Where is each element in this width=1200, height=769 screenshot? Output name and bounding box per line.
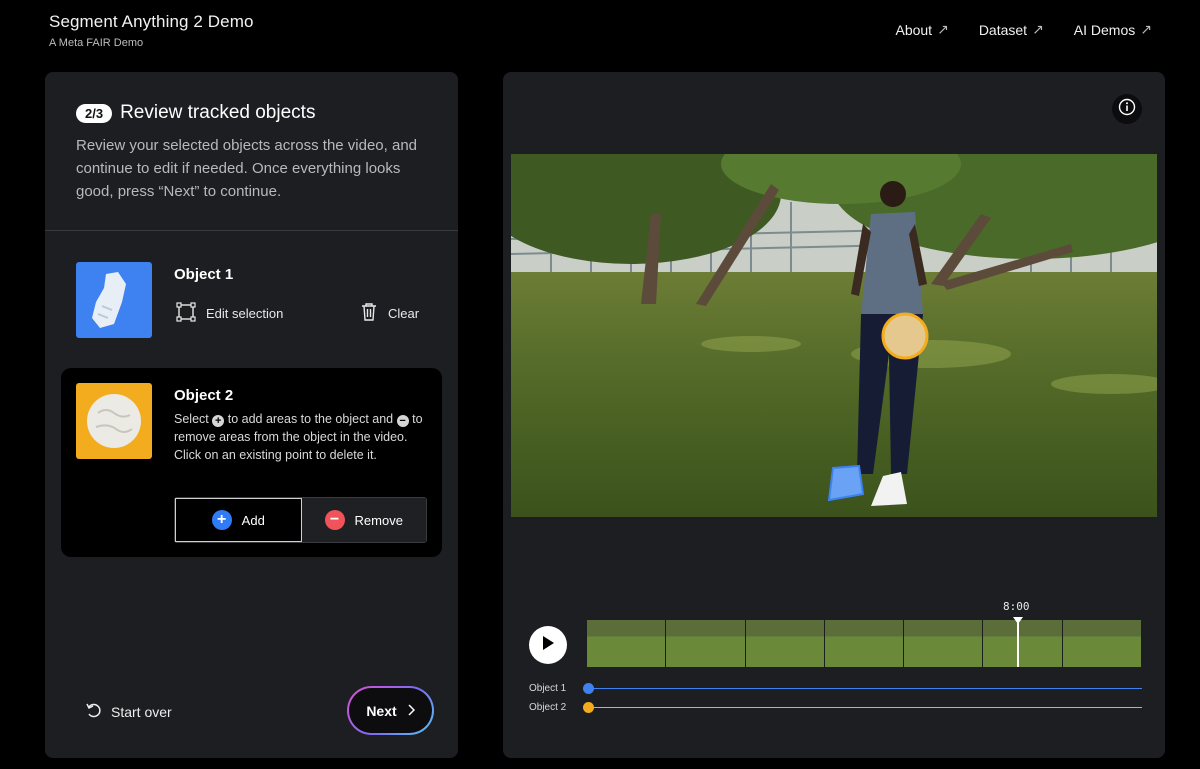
top-nav: About ↗ Dataset ↗ AI Demos ↗: [895, 21, 1152, 38]
nav-dataset-label: Dataset: [978, 21, 1028, 38]
video-canvas[interactable]: [511, 154, 1157, 517]
app-title: Segment Anything 2 Demo: [49, 12, 254, 31]
current-time: 8:00: [1003, 600, 1030, 613]
external-arrow-icon: ↗: [1140, 21, 1152, 37]
video-panel: 8:00 Object 1 Object 2: [503, 72, 1165, 758]
object-2-card[interactable]: Object 2 Select + to add areas to the ob…: [61, 368, 442, 557]
filmstrip-frame: [745, 620, 825, 667]
filmstrip-frame: [904, 620, 984, 667]
nav-dataset-link[interactable]: Dataset ↗: [979, 21, 1044, 38]
edit-selection-label: Edit selection: [206, 306, 284, 321]
step-header: 2/3 Review tracked objects: [76, 102, 315, 124]
object-2-instructions: Select + to add areas to the object and …: [174, 410, 432, 464]
object-1-name: Object 1: [174, 266, 234, 283]
brand: Segment Anything 2 Demo A Meta FAIR Demo: [49, 12, 254, 49]
playhead-handle[interactable]: [1013, 617, 1023, 624]
minus-icon: −: [396, 415, 409, 427]
step-title: Review tracked objects: [120, 102, 316, 123]
divider: [45, 230, 458, 231]
object-1-thumbnail: [76, 262, 152, 338]
instructions-part-1: Select: [174, 412, 209, 426]
filmstrip-frame: [666, 620, 746, 667]
play-button[interactable]: [529, 626, 567, 664]
start-over-label: Start over: [111, 703, 172, 720]
track-line-object-2: [589, 707, 1142, 708]
objects-panel: 2/3 Review tracked objects Review your s…: [45, 72, 458, 758]
chevron-right-icon: [407, 703, 415, 719]
nav-ai-demos-label: AI Demos: [1073, 21, 1136, 38]
edit-selection-icon: [176, 302, 196, 325]
clear-label: Clear: [388, 306, 420, 321]
add-circle-icon: +: [211, 510, 232, 530]
filmstrip-frame: [983, 620, 1063, 667]
track-label-object-2: Object 2: [529, 702, 567, 713]
object-2-thumbnail: [76, 383, 152, 459]
external-arrow-icon: ↗: [937, 21, 949, 37]
info-icon: [1118, 98, 1136, 121]
add-label: Add: [241, 512, 265, 528]
trash-icon: [360, 302, 378, 325]
filmstrip-frame: [1062, 620, 1142, 667]
next-button-inner: Next: [349, 688, 432, 733]
filmstrip-frame: [824, 620, 905, 667]
info-button[interactable]: [1112, 94, 1142, 124]
remove-button[interactable]: − Remove: [301, 498, 426, 542]
instructions-part-2: to add areas to the object and: [227, 412, 394, 426]
external-arrow-icon: ↗: [1032, 21, 1044, 37]
nav-ai-demos-link[interactable]: AI Demos ↗: [1074, 21, 1152, 38]
step-badge: 2/3: [76, 103, 113, 123]
next-button[interactable]: Next: [347, 686, 434, 735]
remove-circle-icon: −: [324, 510, 345, 530]
remove-label: Remove: [354, 512, 403, 528]
nav-about-link[interactable]: About ↗: [895, 21, 948, 38]
add-button[interactable]: + Add: [175, 498, 302, 542]
playhead[interactable]: [1017, 617, 1019, 667]
timeline-filmstrip[interactable]: [587, 620, 1142, 667]
play-icon: [541, 635, 555, 656]
edit-selection-button[interactable]: Edit selection: [176, 302, 283, 325]
nav-about-label: About: [895, 21, 933, 38]
restart-icon: [85, 701, 103, 722]
clear-button[interactable]: Clear: [360, 302, 419, 325]
point-mode-toggle: + Add − Remove: [174, 497, 427, 543]
track-label-object-1: Object 1: [529, 683, 567, 694]
object-2-name: Object 2: [174, 387, 234, 404]
start-over-button[interactable]: Start over: [85, 701, 172, 722]
object-1-card[interactable]: Object 1 Edit selection Clear: [76, 262, 426, 338]
track-line-object-1: [589, 688, 1142, 689]
app-subtitle: A Meta FAIR Demo: [49, 37, 144, 49]
filmstrip-frame: [587, 620, 667, 667]
next-label: Next: [366, 702, 397, 719]
step-description: Review your selected objects across the …: [76, 137, 418, 200]
plus-icon: +: [212, 415, 225, 427]
